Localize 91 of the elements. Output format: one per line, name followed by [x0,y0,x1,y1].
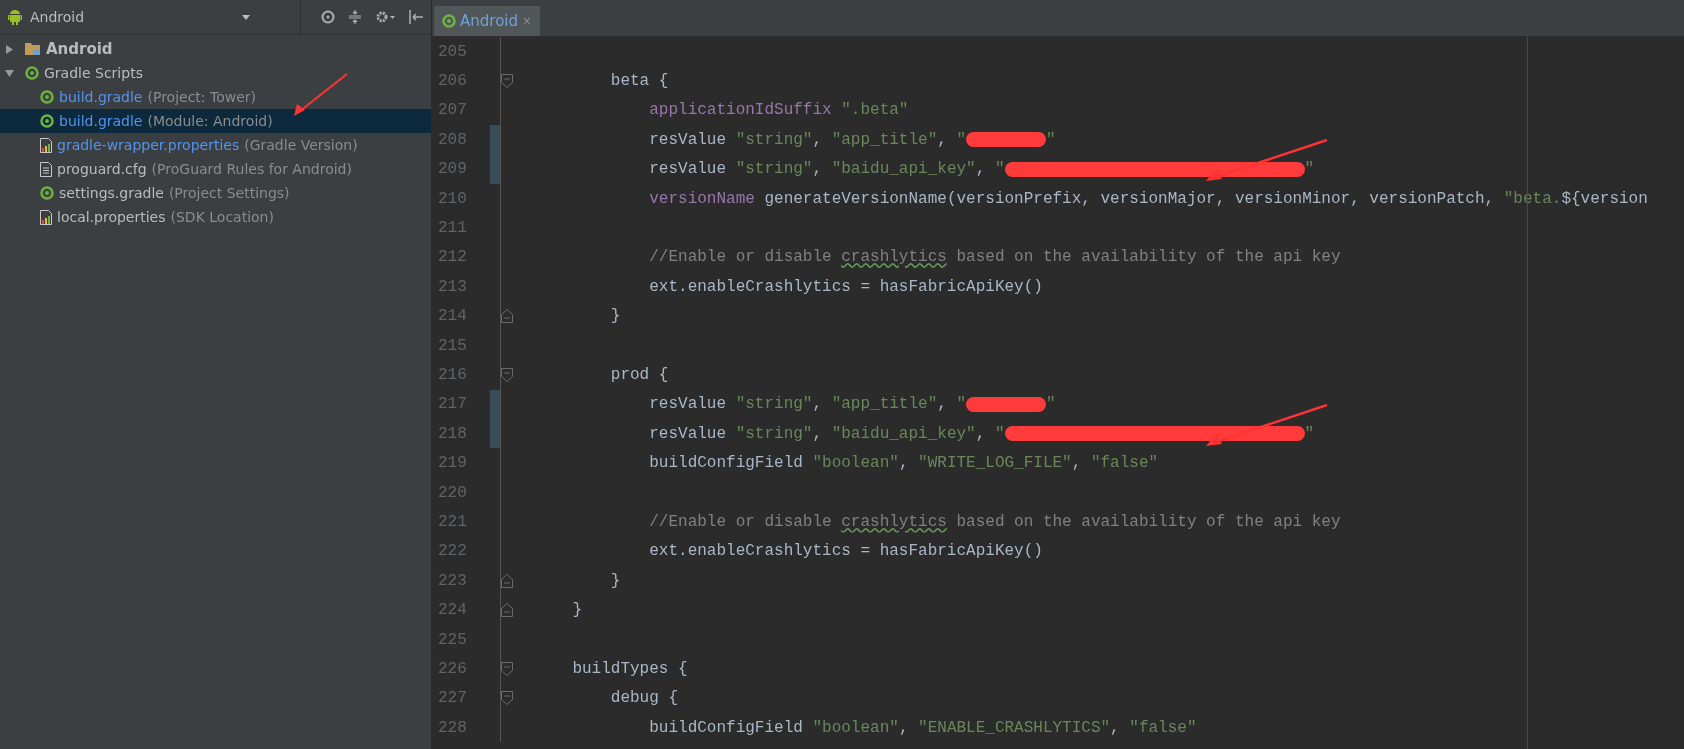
line-number: 227 [437,689,468,708]
line-number: 218 [437,424,468,443]
view-dropdown[interactable]: Android [28,9,87,25]
line-number: 214 [437,307,468,326]
code-line: ext.enableCrashlytics = hasFabricApiKey() [648,277,1043,296]
line-number: 212 [437,248,468,267]
line-number: 205 [437,42,468,61]
code-line: prod { [609,366,669,384]
settings-icon[interactable] [375,10,395,24]
tree-item[interactable]: local.properties (SDK Location) [0,205,431,229]
line-number: 211 [437,219,468,238]
code-line: buildConfigField "boolean", "ENABLE_CRASHLYTICS", "false" [648,718,1197,737]
file-hint: (Project Settings) [168,185,290,201]
fold-end-icon[interactable] [501,573,513,588]
chart-file-icon [40,209,52,225]
line-number: 226 [437,659,468,678]
expand-arrow-icon[interactable] [5,68,14,78]
tab-label: Android [460,12,518,30]
line-number: 209 [437,160,468,179]
code-line: resValue "string", "baidu_api_key", " " [648,424,1315,443]
collapse-all-icon[interactable] [349,10,361,24]
code-line: } [571,601,582,620]
caret-icon[interactable] [242,14,251,20]
text-file-icon [40,161,52,177]
line-number: 206 [437,72,468,91]
line-number: 222 [437,542,468,561]
fold-end-icon[interactable] [501,603,513,618]
gradle-icon [25,66,39,80]
code-line: } [609,571,621,590]
hide-panel-icon[interactable] [409,10,423,24]
line-number: 210 [437,189,468,208]
code-line: buildConfigField "boolean", "WRITE_LOG_FILE", "false" [648,454,1159,473]
line-number: 207 [437,101,468,120]
line-number: 220 [437,483,468,502]
fold-end-icon[interactable] [501,309,513,324]
fold-icon[interactable] [501,691,513,706]
tree-item[interactable]: gradle-wrapper.properties (Gradle Version) [0,133,431,157]
line-number: 216 [437,366,468,384]
gradle-icon [40,186,54,200]
chart-file-icon [40,137,52,153]
line-number: 228 [437,718,468,737]
tree-item[interactable]: Android [0,37,431,61]
line-number: 217 [437,395,468,414]
expand-arrow-icon[interactable] [5,44,14,54]
gradle-icon [40,114,54,128]
tree-item[interactable]: build.gradle (Project: Tower) [0,85,431,109]
code-line: resValue "string", "app_title", " " [648,395,1056,414]
tree-item[interactable]: build.gradle (Module: Android) [0,109,431,133]
tree-label: Android [46,40,113,58]
file-name: local.properties [57,209,166,225]
fold-icon[interactable] [501,661,513,676]
code-line: } [609,307,621,326]
file-name: proguard.cfg [57,161,147,177]
code-line: resValue "string", "baidu_api_key", " " [648,160,1315,179]
code-line: //Enable or disable crashlytics based on the availability of the api key [648,248,1341,267]
file-name: gradle-wrapper.properties [57,137,240,153]
fold-icon[interactable] [501,368,513,382]
code-line: versionName generateVersionName(versionPrefix, versionMajor, versionMinor, versionPatch, "beta.${version [648,189,1648,208]
code-line: ext.enableCrashlytics = hasFabricApiKey() [648,542,1043,561]
line-number: 219 [437,454,468,473]
file-hint: (Module: Android) [147,113,273,129]
code-line: applicationIdSuffix ".beta" [648,101,909,120]
line-number: 224 [437,601,468,620]
fold-icon[interactable] [501,74,513,89]
code-line: buildTypes { [571,659,688,678]
line-number: 213 [437,277,468,296]
file-hint: (SDK Location) [170,209,274,225]
tree-item[interactable]: Gradle Scripts [0,61,431,85]
file-hint: (Project: Tower) [147,89,257,105]
folder-icon [25,42,41,56]
gradle-icon [40,90,54,104]
file-name: build.gradle [59,113,143,129]
line-number: 208 [437,130,468,149]
tree-item[interactable]: settings.gradle (Project Settings) [0,181,431,205]
gradle-icon [442,14,456,28]
line-number: 215 [437,336,468,355]
target-icon[interactable] [321,10,335,24]
file-hint: (ProGuard Rules for Android) [151,161,352,177]
tree-label: Gradle Scripts [44,65,143,81]
file-name: settings.gradle [59,185,164,201]
code-line: resValue "string", "app_title", " " [648,130,1056,149]
code-line: debug { [609,689,679,708]
line-number: 225 [437,630,468,649]
line-number: 221 [437,512,468,531]
android-icon [8,9,22,25]
code-line: beta { [609,72,669,91]
line-number: 223 [437,571,468,590]
file-hint: (Gradle Version) [244,137,358,153]
file-name: build.gradle [59,89,143,105]
code-line: //Enable or disable crashlytics based on the availability of the api key [648,512,1341,531]
tree-item[interactable]: proguard.cfg (ProGuard Rules for Android) [0,157,431,181]
